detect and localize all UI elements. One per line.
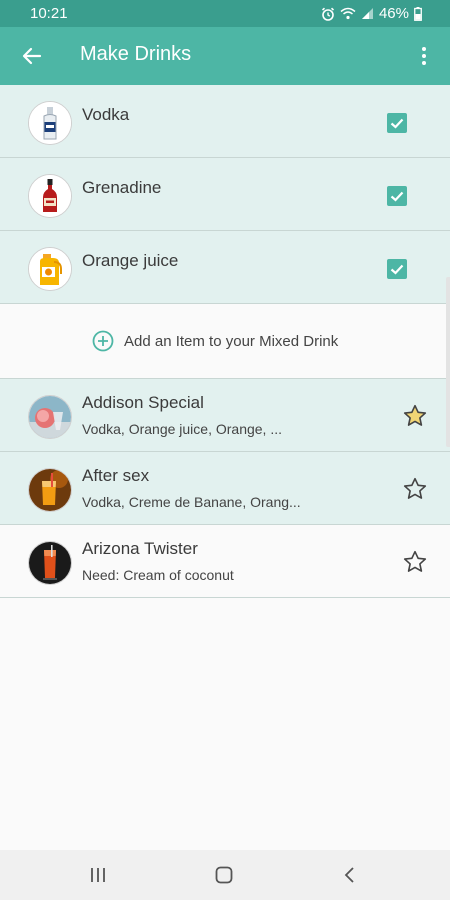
ingredient-checkbox[interactable] bbox=[387, 113, 407, 133]
drink-row-after-sex[interactable]: After sex Vodka, Creme de Banane, Orang.… bbox=[0, 452, 450, 525]
arrow-left-icon[interactable] bbox=[20, 44, 44, 68]
orange-juice-icon bbox=[28, 247, 72, 291]
drink-ingredients: Vodka, Creme de Banane, Orang... bbox=[82, 494, 301, 510]
drink-row-arizona-twister[interactable]: Arizona Twister Need: Cream of coconut bbox=[0, 525, 450, 598]
app-bar: Make Drinks bbox=[0, 27, 450, 85]
drink-name: Arizona Twister bbox=[82, 539, 198, 558]
vodka-bottle-icon bbox=[28, 101, 72, 145]
ingredient-name: Orange juice bbox=[82, 251, 179, 270]
wifi-icon bbox=[340, 7, 356, 20]
scroll-indicator[interactable] bbox=[446, 277, 450, 447]
drink-ingredients: Vodka, Orange juice, Orange, ... bbox=[82, 421, 283, 437]
star-outline-icon[interactable] bbox=[402, 549, 428, 575]
drink-photo bbox=[28, 541, 72, 585]
ingredient-row-grenadine[interactable]: Grenadine bbox=[0, 158, 450, 231]
page-title: Make Drinks bbox=[80, 43, 192, 65]
drink-name: After sex bbox=[82, 466, 150, 485]
battery-icon bbox=[414, 6, 422, 21]
drink-name: Addison Special bbox=[82, 393, 204, 412]
signal-icon bbox=[361, 8, 373, 19]
alarm-icon bbox=[321, 7, 335, 21]
add-item-button[interactable]: Add an Item to your Mixed Drink bbox=[0, 304, 450, 379]
back-icon[interactable] bbox=[340, 865, 360, 885]
status-icons: 46% bbox=[321, 5, 422, 22]
recents-icon[interactable] bbox=[88, 865, 108, 885]
ingredient-checkbox[interactable] bbox=[387, 186, 407, 206]
battery-percentage: 46% bbox=[378, 5, 409, 22]
drink-ingredients: Need: Cream of coconut bbox=[82, 567, 234, 583]
status-bar: 10:21 46% bbox=[0, 0, 450, 27]
ingredient-row-vodka[interactable]: Vodka bbox=[0, 85, 450, 158]
drink-photo bbox=[28, 468, 72, 512]
add-item-label: Add an Item to your Mixed Drink bbox=[124, 333, 339, 350]
star-outline-icon[interactable] bbox=[402, 476, 428, 502]
drink-row-addison-special[interactable]: Addison Special Vodka, Orange juice, Ora… bbox=[0, 379, 450, 452]
ingredient-row-orange-juice[interactable]: Orange juice bbox=[0, 231, 450, 304]
ingredient-checkbox[interactable] bbox=[387, 259, 407, 279]
ingredient-name: Grenadine bbox=[82, 178, 162, 197]
drink-photo bbox=[28, 395, 72, 439]
star-icon[interactable] bbox=[402, 403, 428, 429]
grenadine-bottle-icon bbox=[28, 174, 72, 218]
add-circle-icon bbox=[92, 330, 114, 352]
more-vert-icon[interactable] bbox=[412, 44, 436, 68]
ingredient-name: Vodka bbox=[82, 105, 130, 124]
system-nav-bar bbox=[0, 850, 450, 900]
drink-builder-list: Vodka Grenadine Orange juice Add an Item… bbox=[0, 85, 450, 598]
status-time: 10:21 bbox=[30, 5, 68, 22]
home-icon[interactable] bbox=[214, 865, 234, 885]
